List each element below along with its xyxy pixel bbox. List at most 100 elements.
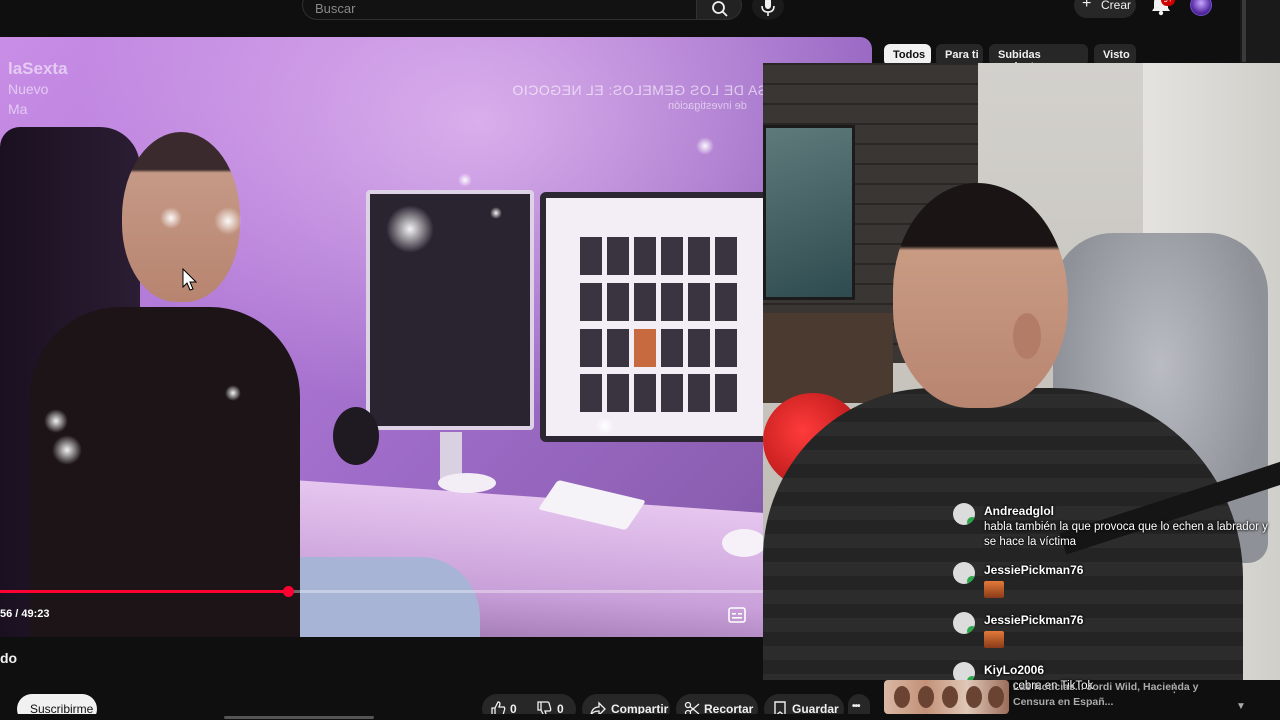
video-player[interactable]: laSexta Nuevo Ma CASA DE LOS GEMELOS: EL… [0,37,872,637]
sparkle [52,435,82,465]
video-frame-person-body [30,307,300,637]
sparkle [44,409,68,433]
chevron-down-icon[interactable]: ▼ [1236,701,1246,712]
video-frame-poster-tile [688,282,710,321]
chip-label: Para ti [945,49,979,61]
create-button[interactable]: + Crear [1074,0,1136,18]
video-frame-poster-tile [688,237,710,275]
recommended-video-title[interactable]: Las Noticias... Jordi Wild, Hacienda y C… [1013,680,1233,710]
page-scrollbar[interactable] [1240,0,1280,64]
scrollbar-thumb[interactable] [1242,0,1246,62]
recommended-more-icon[interactable]: ⋮ [1168,680,1181,696]
account-avatar[interactable] [1190,0,1212,16]
mirrored-program-subtitle: de investigación [668,100,747,112]
create-label: Crear [1101,0,1132,12]
mouse-cursor-icon [182,268,198,291]
chat-avatar [953,612,975,634]
video-frame-poster-tile [715,237,737,275]
thumbnail-face [942,686,958,708]
sparkle [458,173,472,187]
chip-label: Visto [1103,49,1130,61]
plus-icon: + [1082,0,1092,12]
video-frame-poster-tile [661,282,683,321]
thumbnail-face [966,686,982,708]
video-frame-poster-grid [580,237,738,415]
video-frame-poster-tile [661,328,683,367]
video-frame-mouse [722,529,766,557]
video-frame-poster-tile [580,328,602,367]
sparkle [160,207,182,229]
progress-scrubber[interactable] [283,586,294,597]
video-frame-poster-tile [715,374,737,413]
chat-emote-icon [984,581,1004,598]
video-frame-poster-tile [634,328,656,367]
sparkle [386,205,434,253]
video-frame-poster-tile [607,237,629,275]
video-frame-poster-tile [607,282,629,321]
bottom-edge [0,714,1280,720]
chat-avatar [953,562,975,584]
video-frame-poster-tile [715,328,737,367]
chat-username: JessiePickman76 [984,613,1084,627]
video-frame-poster-tile [661,374,683,413]
recommended-video-thumbnail[interactable] [884,680,1009,714]
voice-search-button[interactable] [752,0,784,20]
verified-badge-icon [967,576,975,584]
watermark-line: Nuevo [8,81,49,97]
video-frame-poster-tile [688,328,710,367]
thumbnail-face [988,686,1004,708]
chat-avatar [953,503,975,525]
subtitles-icon[interactable] [728,607,746,623]
video-frame-poster-tile [634,374,656,413]
chat-emote-icon [984,631,1004,648]
notifications-badge: 9+ [1161,0,1175,6]
webcam-shelf [763,313,893,403]
watermark-title: laSexta [8,59,68,78]
search-button[interactable] [696,0,742,20]
video-frame-speaker [333,407,379,465]
thumbnail-face [894,686,910,708]
video-frame-poster-tile [607,328,629,367]
video-frame-poster-tile [634,237,656,275]
video-frame-poster-tile [715,282,737,321]
horizontal-scrollbar[interactable] [224,716,374,719]
search-placeholder: Buscar [315,1,356,16]
webcam-tv [763,125,855,300]
search-icon [712,1,728,17]
verified-badge-icon [967,626,975,634]
search-input[interactable]: Buscar [302,0,697,20]
video-frame-poster-tile [634,282,656,321]
sparkle [696,137,714,155]
chat-username: KiyLo2006 [984,663,1045,677]
verified-badge-icon [967,517,975,525]
video-title: do [0,650,18,666]
video-frame-poster-tile [661,237,683,275]
mirrored-program-title: CASA DE LOS GEMELOS: EL NEGOCIO [512,82,788,98]
video-frame-poster-tile [580,282,602,321]
youtube-watch-page: Buscar + Crear 9+ Todos Para ti [0,0,1280,720]
watermark-line: Ma [8,101,28,117]
sparkle [596,417,614,435]
video-frame-poster-tile [607,374,629,413]
chat-username: JessiePickman76 [984,563,1084,577]
video-frame-poster-tile [580,374,602,413]
webcam-streamer-ear [1013,313,1041,359]
video-frame-poster-tile [688,374,710,413]
more-icon: ••• [852,701,860,712]
streamer-webcam-overlay [763,63,1280,680]
video-frame-mouse [438,473,496,493]
progress-bar-fill [0,590,288,593]
top-bar: Buscar + Crear 9+ [0,0,1240,28]
chip-label: Todos [893,49,926,61]
sparkle [214,207,242,235]
chat-username: Andreadglol [984,504,1055,518]
sparkle [490,207,502,219]
thumbnail-face [918,686,934,708]
time-display: 56 / 49:23 [0,608,50,620]
microphone-icon [761,0,775,16]
webcam-streamer-head [893,183,1068,408]
sparkle [225,385,241,401]
video-frame-poster-tile [580,237,602,275]
chat-text: habla también la que provoca que lo eche… [984,521,1268,548]
channel-watermark: laSexta Nuevo Ma [8,59,68,119]
